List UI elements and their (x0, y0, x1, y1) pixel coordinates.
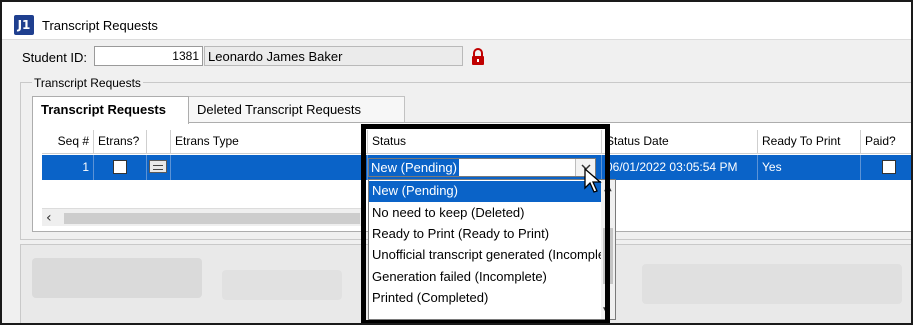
student-name-field: Leonardo James Baker (204, 46, 463, 66)
grid-header: Seq # Etrans? Etrans Type Status Status … (42, 130, 911, 154)
scroll-up-arrow-icon[interactable]: ▲ (604, 182, 612, 193)
scrollbar-thumb[interactable] (64, 213, 360, 224)
status-option-printed[interactable]: Printed (Completed) (369, 288, 601, 309)
window-frame: J1 Transcript Requests Student ID: 1381 … (0, 0, 913, 325)
tab-transcript-requests[interactable]: Transcript Requests (32, 96, 189, 124)
column-header-etrans-type[interactable]: Etrans Type (171, 130, 368, 154)
status-option-unofficial-transcript[interactable]: Unofficial transcript generated (Incompl… (369, 245, 601, 266)
cell-etrans-type (171, 155, 368, 180)
dropdown-scrollbar[interactable]: ▲ ▼ (601, 180, 615, 319)
dropdown-scrollbar-thumb[interactable] (603, 228, 613, 284)
title-bar: J1 Transcript Requests (2, 2, 911, 40)
status-option-generation-failed[interactable]: Generation failed (Incomplete) (369, 267, 601, 288)
column-header-etrans[interactable]: Etrans? (94, 130, 147, 154)
column-header-ready-to-print[interactable]: Ready To Print (758, 130, 861, 154)
cell-ready-to-print: Yes (758, 155, 861, 180)
status-option-no-need-to-keep[interactable]: No need to keep (Deleted) (369, 203, 601, 224)
group-label: Transcript Requests (32, 76, 143, 90)
student-id-field[interactable]: 1381 (94, 46, 203, 66)
lock-icon[interactable] (470, 48, 486, 66)
cell-paid (861, 155, 911, 180)
etrans-type-ellipsis-button[interactable] (149, 160, 167, 173)
etrans-checkbox[interactable] (113, 160, 127, 174)
tab-deleted-transcript-requests[interactable]: Deleted Transcript Requests (189, 96, 405, 122)
status-dropdown-list[interactable]: New (Pending) No need to keep (Deleted) … (368, 179, 616, 320)
status-combobox-value: New (Pending) (369, 159, 459, 176)
column-header-status[interactable]: Status (368, 130, 602, 154)
paid-checkbox[interactable] (882, 160, 896, 174)
column-header-status-date[interactable]: Status Date (602, 130, 758, 154)
mouse-cursor-icon (584, 168, 602, 193)
cell-status-date: 06/01/2022 03:05:54 PM (602, 155, 758, 180)
scroll-left-arrow-icon[interactable]: ‹ (46, 210, 52, 226)
window-title: Transcript Requests (42, 18, 158, 33)
status-combobox[interactable]: New (Pending) (368, 158, 596, 177)
blurred-region (642, 264, 902, 304)
horizontal-scrollbar[interactable]: ‹ (42, 208, 362, 226)
status-option-new-pending[interactable]: New (Pending) (369, 181, 601, 202)
column-header-paid[interactable]: Paid? (861, 130, 911, 154)
app-logo-icon: J1 (14, 15, 34, 35)
cell-seq: 1 (42, 155, 94, 180)
student-id-label: Student ID: (22, 50, 88, 65)
scroll-down-arrow-icon[interactable]: ▼ (603, 306, 610, 316)
column-header-blank[interactable] (147, 130, 171, 154)
blurred-region (222, 270, 342, 300)
column-header-seq[interactable]: Seq # (42, 130, 94, 154)
status-option-ready-to-print[interactable]: Ready to Print (Ready to Print) (369, 224, 601, 245)
blurred-region (32, 258, 202, 298)
cell-etrans (94, 155, 147, 180)
